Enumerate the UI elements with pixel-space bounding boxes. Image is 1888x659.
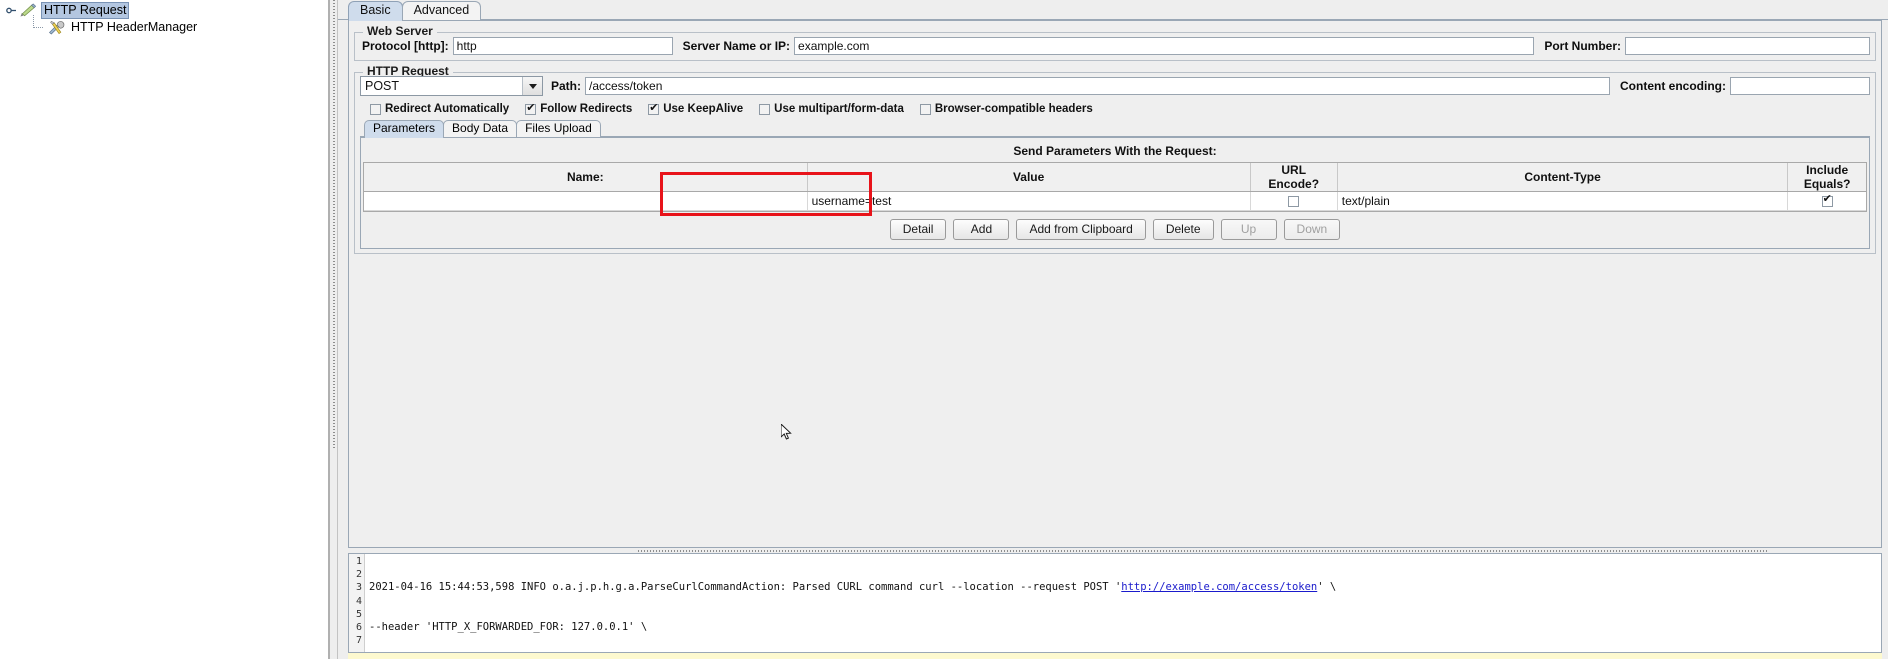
- content-encoding-label: Content encoding:: [1620, 79, 1726, 93]
- table-header-row: Name: Value URL Encode? Content-Type Inc…: [364, 163, 1866, 192]
- delete-button[interactable]: Delete: [1152, 219, 1214, 240]
- main-tabstrip: Basic Advanced: [338, 0, 1888, 21]
- include-equals-checkbox[interactable]: [1821, 193, 1833, 208]
- cell-url-encode[interactable]: [1250, 191, 1338, 211]
- column-header-url-encode[interactable]: URL Encode?: [1250, 163, 1338, 192]
- tree-expand-handle-icon[interactable]: [6, 5, 17, 16]
- cell-name[interactable]: [364, 191, 808, 211]
- checkbox-box-icon[interactable]: [648, 102, 660, 115]
- line-number: 3: [355, 582, 362, 594]
- column-header-content-type[interactable]: Content-Type: [1337, 163, 1789, 192]
- parameters-button-row: Detail Add Add from Clipboard Delete Up …: [363, 212, 1867, 246]
- checkbox-box-icon[interactable]: [370, 103, 381, 115]
- http-request-editor: Basic Advanced Web Server Protocol [http…: [328, 0, 1888, 659]
- port-number-label: Port Number:: [1544, 39, 1621, 53]
- tree-node-label: HTTP Request: [41, 2, 130, 19]
- server-name-label: Server Name or IP:: [682, 39, 791, 53]
- tree-node-http-headermanager[interactable]: HTTP HeaderManager: [0, 15, 327, 36]
- log-line: 2021-04-16 15:44:53,598 INFO o.a.j.p.h.g…: [369, 581, 1337, 594]
- http-method-value: POST: [365, 79, 400, 93]
- checkbox-box-icon[interactable]: [919, 103, 931, 115]
- port-number-input[interactable]: [1625, 37, 1870, 55]
- editor-body: Basic Advanced Web Server Protocol [http…: [338, 0, 1888, 659]
- checkbox-box-icon[interactable]: [759, 103, 771, 115]
- tab-body-data[interactable]: Body Data: [443, 120, 518, 137]
- content-encoding-input[interactable]: [1730, 77, 1870, 95]
- tab-parameters[interactable]: Parameters: [364, 120, 445, 138]
- protocol-input[interactable]: [452, 37, 673, 55]
- line-number: 4: [355, 595, 362, 607]
- checkbox-label: Redirect Automatically: [385, 103, 510, 115]
- send-parameters-title: Send Parameters With the Request:: [1013, 144, 1217, 158]
- checkbox-label: Browser-compatible headers: [934, 103, 1093, 115]
- jmeter-window: HTTP Request HTTP HeaderManager Basic Ad…: [0, 0, 1888, 659]
- http-request-group: HTTP Request POST Path: Content encoding…: [354, 65, 1876, 254]
- up-button: Up: [1220, 219, 1277, 240]
- method-path-row: POST Path: Content encoding:: [360, 76, 1870, 96]
- status-strip: [348, 653, 1882, 659]
- tree-node-http-request[interactable]: HTTP Request: [0, 2, 327, 19]
- request-options-row: Redirect Automatically Follow Redirects …: [370, 100, 1870, 118]
- web-server-group: Web Server Protocol [http]: Server Name …: [354, 25, 1876, 61]
- tab-files-upload[interactable]: Files Upload: [516, 120, 601, 137]
- checkbox-follow-redirects[interactable]: Follow Redirects: [525, 102, 633, 115]
- detail-button[interactable]: Detail: [889, 219, 947, 240]
- checkbox-label: Follow Redirects: [540, 103, 633, 115]
- add-from-clipboard-button[interactable]: Add from Clipboard: [1016, 219, 1146, 240]
- log-line: --header 'HTTP_X_FORWARDED_FOR: 127.0.0.…: [369, 621, 648, 634]
- tab-basic[interactable]: Basic: [348, 1, 403, 21]
- column-header-include-equals[interactable]: Include Equals?: [1787, 163, 1866, 192]
- checkbox-redirect-automatically[interactable]: Redirect Automatically: [370, 103, 509, 115]
- table-row[interactable]: username=test text/plain: [364, 191, 1866, 211]
- cell-value[interactable]: username=test: [807, 191, 1251, 211]
- checkbox-browser-compatible-headers[interactable]: Browser-compatible headers: [919, 103, 1093, 115]
- checkbox-use-keepalive[interactable]: Use KeepAlive: [648, 102, 744, 115]
- path-input[interactable]: [585, 77, 1611, 95]
- checkbox-label: Use multipart/form-data: [774, 103, 904, 115]
- pencil-icon: [18, 3, 38, 19]
- log-text: 2021-04-16 15:44:53,598 INFO o.a.j.p.h.g…: [365, 554, 1881, 652]
- tree-connector: [28, 15, 46, 36]
- protocol-label: Protocol [http]:: [362, 39, 449, 53]
- column-header-name[interactable]: Name:: [364, 163, 808, 192]
- parameters-tabstrip: Parameters Body Data Files Upload: [360, 119, 1870, 138]
- web-server-row: Protocol [http]: Server Name or IP: Port…: [360, 36, 1870, 56]
- test-plan-tree[interactable]: HTTP Request HTTP HeaderManager: [0, 0, 328, 659]
- line-number-gutter: 1 2 3 4 5 6 7: [349, 554, 365, 652]
- server-name-input[interactable]: [794, 37, 1535, 55]
- add-button[interactable]: Add: [953, 219, 1010, 240]
- log-console[interactable]: 1 2 3 4 5 6 7 2021-04-16 15:44:53,598 IN…: [348, 553, 1882, 653]
- checkbox-label: Use KeepAlive: [663, 103, 744, 115]
- cell-content-type[interactable]: text/plain: [1337, 191, 1789, 211]
- url-encode-checkbox[interactable]: [1288, 196, 1300, 208]
- checkbox-use-multipart-form-data[interactable]: Use multipart/form-data: [759, 103, 904, 115]
- basic-tab-panel: Web Server Protocol [http]: Server Name …: [348, 20, 1882, 548]
- cell-include-equals[interactable]: [1787, 191, 1866, 211]
- panel-splitter[interactable]: [330, 0, 338, 659]
- mouse-cursor-icon: [780, 422, 793, 442]
- line-number: 5: [355, 608, 362, 620]
- line-number: 1: [355, 556, 362, 567]
- tab-advanced[interactable]: Advanced: [401, 1, 482, 20]
- line-number: 7: [355, 635, 362, 647]
- splitter-grip-icon: [333, 0, 335, 450]
- chevron-down-icon[interactable]: [522, 77, 542, 95]
- down-button: Down: [1283, 219, 1341, 240]
- path-label: Path:: [551, 79, 581, 93]
- tools-icon: [46, 20, 66, 36]
- line-number: 6: [355, 622, 362, 634]
- parameters-section: Parameters Body Data Files Upload Send P…: [360, 119, 1870, 249]
- tree-node-label: HTTP HeaderManager: [71, 20, 198, 34]
- parameters-tab-panel: Send Parameters With the Request: Name: …: [360, 137, 1870, 249]
- column-header-value[interactable]: Value: [807, 163, 1251, 192]
- line-number: 2: [355, 569, 362, 581]
- parameters-table[interactable]: Name: Value URL Encode? Content-Type Inc…: [363, 162, 1867, 212]
- http-method-dropdown[interactable]: POST: [360, 76, 543, 96]
- log-url-link[interactable]: http://example.com/access/token: [1121, 581, 1317, 593]
- checkbox-box-icon[interactable]: [525, 102, 537, 115]
- splitter-grip-icon: [638, 550, 1768, 552]
